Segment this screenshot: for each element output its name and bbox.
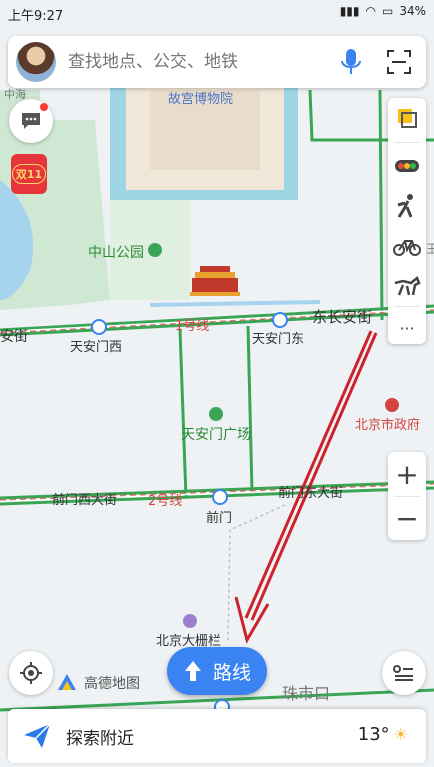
label-qianmen[interactable]: 前门	[206, 507, 232, 526]
traffic-button[interactable]	[388, 146, 426, 186]
zoom-in-button[interactable]: +	[388, 452, 426, 496]
traffic-icon	[395, 160, 419, 172]
search-input[interactable]	[68, 52, 338, 72]
sun-icon: ☀	[393, 725, 408, 744]
status-icons: ▮▮▮ ◠ ▭ 34%	[340, 4, 426, 18]
signal-icon: ▮▮▮	[339, 4, 360, 18]
locate-icon	[20, 662, 42, 684]
list-button[interactable]	[382, 651, 426, 695]
label-tiananmen-east[interactable]: 天安门东	[252, 328, 304, 347]
route-button-label: 路线	[212, 661, 251, 684]
weather[interactable]: 13° ☀	[358, 724, 408, 745]
bike-button[interactable]	[388, 226, 426, 266]
route-button[interactable]: 路线	[167, 647, 267, 695]
label-zhongshan-park[interactable]: 中山公园	[88, 242, 144, 262]
explore-nearby-label: 探索附近	[66, 728, 134, 749]
mic-icon[interactable]	[338, 47, 364, 77]
layers-icon	[398, 109, 417, 128]
scan-icon[interactable]	[386, 49, 412, 75]
more-button[interactable]: ···	[388, 308, 426, 348]
label-beijing-govt[interactable]: 北京市政府	[355, 414, 420, 433]
label-changan-left: 安街	[0, 329, 28, 345]
message-icon	[22, 113, 40, 129]
battery-icon: ▭	[381, 4, 394, 18]
list-icon	[393, 665, 413, 681]
amap-logo: 高德地图	[56, 672, 140, 694]
horse-button[interactable]	[388, 266, 426, 306]
promo-button[interactable]: 双11	[11, 154, 47, 194]
zoom-controls: + −	[388, 452, 426, 540]
temperature: 13°	[357, 724, 390, 745]
notification-dot	[40, 103, 48, 111]
layers-button[interactable]	[388, 98, 426, 138]
promo-label: 双11	[11, 164, 47, 184]
locate-button[interactable]	[9, 651, 53, 695]
label-qianmen-east-street: 前门东大街	[278, 486, 344, 501]
label-tiananmen-west[interactable]: 天安门西	[70, 336, 122, 355]
walking-icon	[397, 194, 413, 218]
label-line-2: 2号线	[148, 494, 183, 509]
label-tiananmen-square[interactable]: 天安门广场	[181, 424, 251, 444]
paper-plane-icon	[24, 723, 51, 748]
label-forbidden-city[interactable]: 故宫博物院	[168, 88, 233, 107]
label-zhushikou: 珠市口	[282, 684, 331, 703]
zoom-out-button[interactable]: −	[388, 496, 426, 540]
search-bar[interactable]	[8, 36, 426, 88]
battery-percent: 34%	[399, 4, 426, 18]
walking-button[interactable]	[388, 186, 426, 226]
horse-icon	[394, 275, 421, 296]
explore-bar[interactable]: 探索附近 13° ☀	[8, 709, 426, 763]
avatar[interactable]	[16, 42, 56, 82]
bike-icon	[393, 240, 421, 256]
amap-logo-text: 高德地图	[84, 676, 140, 692]
label-top-2: 王	[426, 242, 434, 256]
label-dong-changan: 东长安街	[312, 308, 373, 326]
status-bar: 上午9:27 ▮▮▮ ◠ ▭ 34%	[0, 0, 434, 26]
status-time: 上午9:27	[8, 9, 64, 24]
message-button[interactable]	[9, 99, 53, 143]
route-arrow-icon	[184, 661, 201, 681]
map-toolbar: ···	[388, 98, 426, 344]
wifi-icon: ◠	[365, 4, 376, 18]
label-qianmen-west-street: 前门西大街	[52, 493, 118, 508]
amap-logo-icon	[58, 674, 76, 690]
label-line-1: 1号线	[175, 319, 210, 334]
